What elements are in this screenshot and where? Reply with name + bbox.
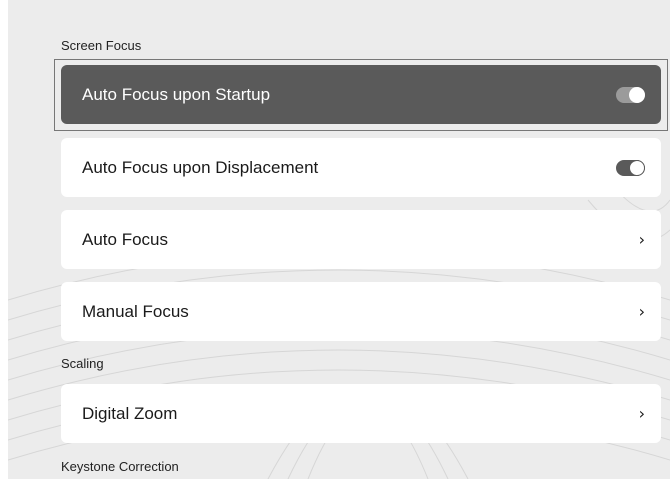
toggle-knob <box>629 86 645 103</box>
auto-focus-startup-label: Auto Focus upon Startup <box>82 84 271 104</box>
toggle-knob <box>629 159 645 176</box>
section-header-keystone: Keystone Correction <box>61 459 179 474</box>
chevron-right-icon: › <box>638 229 645 249</box>
section-header-scaling: Scaling <box>61 356 104 371</box>
chevron-right-icon: › <box>638 301 645 321</box>
chevron-right-icon: › <box>638 403 645 423</box>
auto-focus-startup-toggle[interactable] <box>616 86 645 103</box>
manual-focus-item[interactable]: Manual Focus › <box>61 282 661 341</box>
auto-focus-displacement-item[interactable]: Auto Focus upon Displacement <box>61 138 661 197</box>
section-header-screen-focus: Screen Focus <box>61 38 142 53</box>
digital-zoom-label: Digital Zoom <box>82 403 178 423</box>
auto-focus-displacement-label: Auto Focus upon Displacement <box>82 157 319 177</box>
auto-focus-startup-item[interactable]: Auto Focus upon Startup <box>61 65 661 124</box>
auto-focus-label: Auto Focus <box>82 229 168 249</box>
settings-panel: Screen Focus Auto Focus upon Startup Aut… <box>8 0 670 479</box>
auto-focus-displacement-toggle[interactable] <box>616 159 645 176</box>
auto-focus-item[interactable]: Auto Focus › <box>61 210 661 269</box>
digital-zoom-item[interactable]: Digital Zoom › <box>61 384 661 443</box>
manual-focus-label: Manual Focus <box>82 301 189 321</box>
